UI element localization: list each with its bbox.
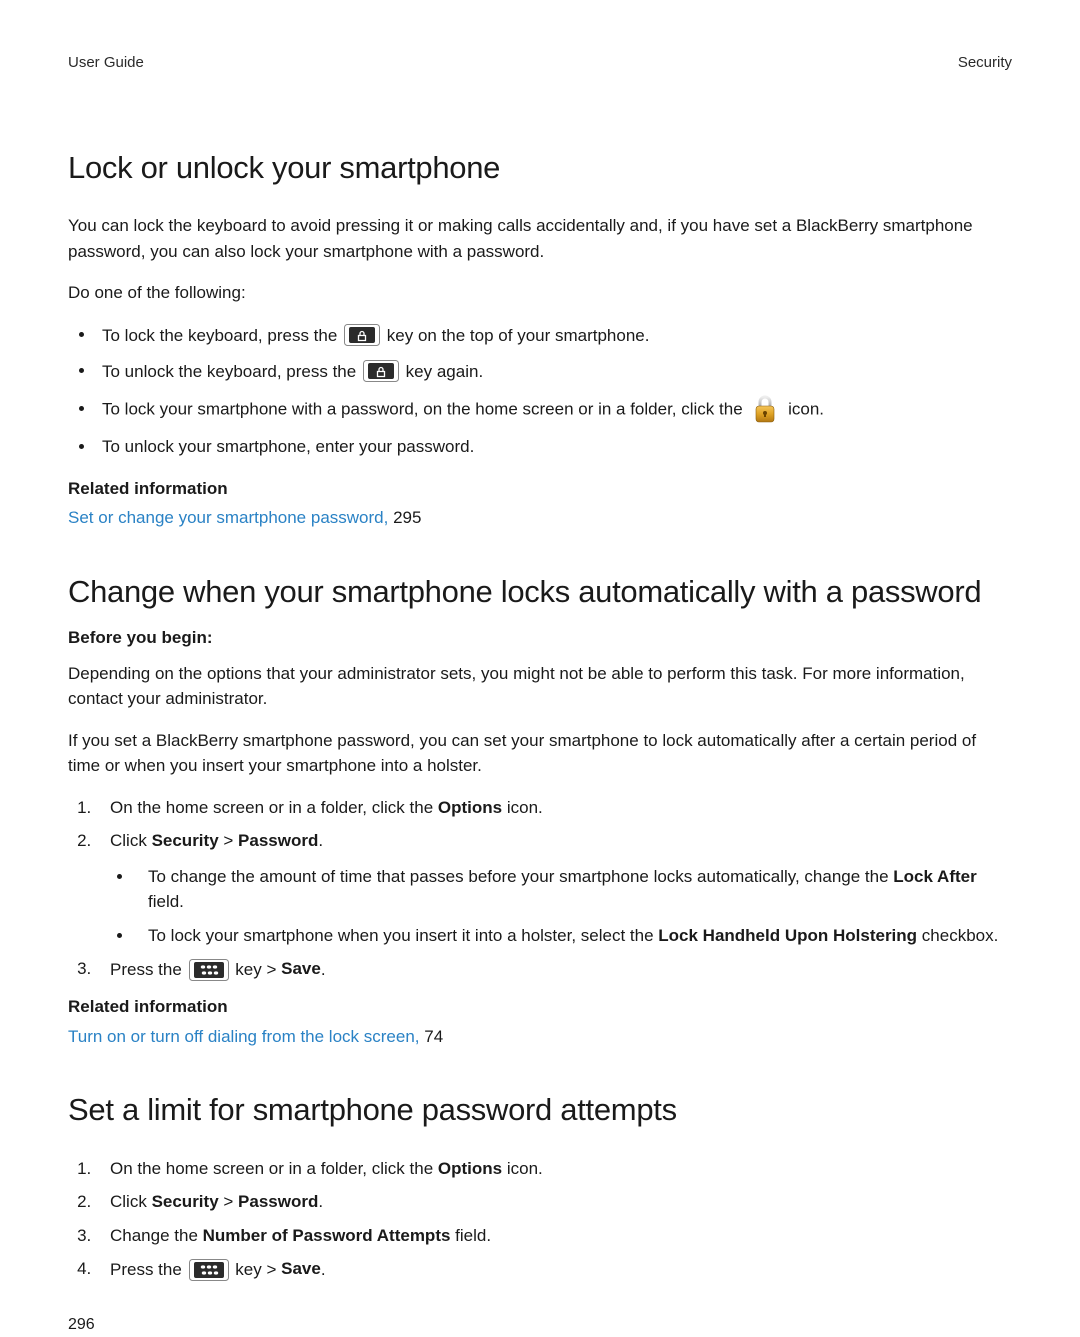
lock-key-icon (363, 360, 399, 382)
section2-steps: On the home screen or in a folder, click… (96, 795, 1012, 983)
step-item: Click Security > Password. To change the… (96, 828, 1012, 948)
list-item: To lock your smartphone when you insert … (134, 923, 1012, 949)
lock-key-icon (344, 324, 380, 346)
section2-sublist: To change the amount of time that passes… (134, 864, 1012, 949)
page-header: User Guide Security (68, 52, 1012, 75)
step-item: Click Security > Password. (96, 1189, 1012, 1215)
section1-do-label: Do one of the following: (68, 280, 1012, 306)
related-info-heading: Related information (68, 476, 1012, 502)
section2-title: Change when your smartphone locks automa… (68, 569, 1012, 616)
list-item: To unlock the keyboard, press the key ag… (96, 358, 1012, 384)
related-link[interactable]: Turn on or turn off dialing from the loc… (68, 1027, 420, 1046)
section2-para2: If you set a BlackBerry smartphone passw… (68, 728, 1012, 779)
step-item: On the home screen or in a folder, click… (96, 1156, 1012, 1182)
related-info-line: Turn on or turn off dialing from the loc… (68, 1024, 1012, 1050)
menu-key-icon (189, 1259, 229, 1281)
step-item: Press the key > Save. (96, 956, 1012, 982)
related-link[interactable]: Set or change your smartphone password, (68, 508, 388, 527)
list-item: To unlock your smartphone, enter your pa… (96, 434, 1012, 460)
page-number: 296 (68, 1313, 1012, 1337)
section1-title: Lock or unlock your smartphone (68, 145, 1012, 192)
section1-intro: You can lock the keyboard to avoid press… (68, 213, 1012, 264)
step-item: On the home screen or in a folder, click… (96, 795, 1012, 821)
header-left: User Guide (68, 52, 144, 75)
before-you-begin-heading: Before you begin: (68, 625, 1012, 651)
section3-title: Set a limit for smartphone password atte… (68, 1087, 1012, 1134)
related-info-heading: Related information (68, 994, 1012, 1020)
list-item: To lock your smartphone with a password,… (96, 394, 1012, 424)
section2-para1: Depending on the options that your admin… (68, 661, 1012, 712)
section3-steps: On the home screen or in a folder, click… (96, 1156, 1012, 1283)
list-item: To lock the keyboard, press the key on t… (96, 322, 1012, 348)
step-item: Change the Number of Password Attempts f… (96, 1223, 1012, 1249)
step-item: Press the key > Save. (96, 1256, 1012, 1282)
padlock-icon (753, 394, 777, 424)
menu-key-icon (189, 959, 229, 981)
list-item: To change the amount of time that passes… (134, 864, 1012, 915)
header-right: Security (958, 52, 1012, 75)
related-info-line: Set or change your smartphone password, … (68, 505, 1012, 531)
section1-list: To lock the keyboard, press the key on t… (96, 322, 1012, 460)
